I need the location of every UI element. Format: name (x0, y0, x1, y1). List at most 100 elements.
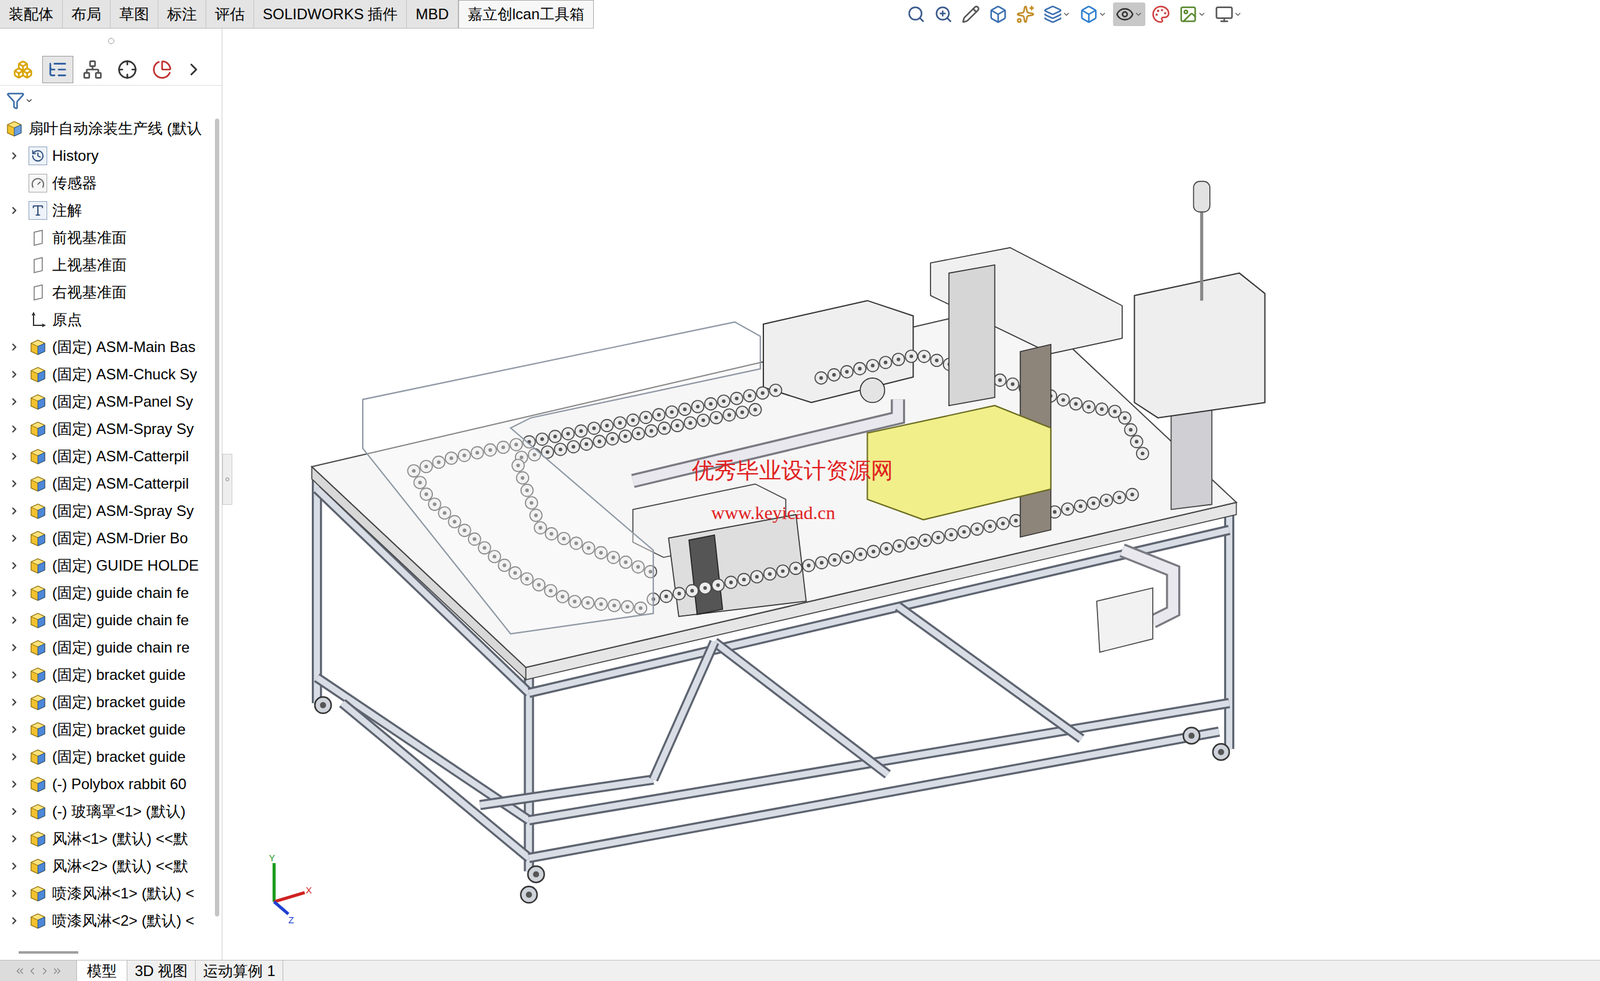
panel-tab[interactable] (7, 55, 39, 84)
expand-toggle[interactable] (0, 396, 29, 408)
expand-toggle[interactable] (0, 450, 29, 463)
expand-arrow-icon[interactable] (8, 696, 20, 709)
tree-item[interactable]: (固定) ASM-Main Bas (0, 333, 212, 361)
bottom-tab[interactable]: 运动算例 1 (195, 960, 284, 981)
expand-arrow-icon[interactable] (8, 806, 20, 818)
tree-item[interactable]: 前视基准面 (0, 224, 212, 252)
view-tool-button[interactable] (1149, 2, 1173, 27)
tree-item[interactable]: (固定) bracket guide (0, 661, 212, 689)
scrollbar-thumb[interactable] (214, 118, 220, 917)
expand-arrow-icon[interactable] (8, 587, 20, 599)
expand-arrow-icon[interactable] (8, 833, 20, 845)
tree-item[interactable]: 风淋<2> (默认) <<默 (0, 852, 212, 881)
command-tab[interactable]: SOLIDWORKS 插件 (254, 0, 407, 28)
tree-item[interactable]: (固定) ASM-Catterpil (0, 470, 212, 498)
view-tool-button[interactable] (986, 2, 1010, 27)
hscroll-thumb[interactable] (18, 951, 79, 955)
tree-item[interactable]: (固定) guide chain re (0, 634, 212, 662)
expand-toggle[interactable] (0, 642, 29, 654)
expand-toggle[interactable] (0, 751, 29, 763)
command-tab[interactable]: 布局 (62, 0, 111, 28)
tree-item[interactable]: (固定) ASM-Chuck Sy (0, 360, 212, 389)
expand-toggle[interactable] (0, 505, 29, 517)
panel-collapse-handle[interactable] (222, 454, 233, 505)
last-tab-icon[interactable] (51, 965, 63, 978)
command-tab[interactable]: MBD (406, 0, 458, 28)
first-tab-icon[interactable] (14, 965, 26, 978)
expand-arrow-icon[interactable] (8, 751, 20, 763)
panel-tab[interactable] (42, 55, 74, 84)
expand-arrow-icon[interactable] (8, 150, 20, 162)
expand-arrow-icon[interactable] (8, 204, 20, 217)
tree-item[interactable]: 右视基准面 (0, 278, 212, 307)
tree-item[interactable]: (固定) ASM-Panel Sy (0, 388, 212, 416)
tree-item[interactable]: (固定) bracket guide (0, 688, 212, 717)
tree-item[interactable]: 注解 (0, 196, 212, 225)
expand-toggle[interactable] (0, 150, 29, 162)
tree-item[interactable]: (固定) ASM-Catterpil (0, 442, 212, 471)
expand-arrow-icon[interactable] (8, 505, 20, 517)
tree-item[interactable]: (固定) bracket guide (0, 743, 212, 771)
tree-item[interactable]: (固定) ASM-Spray Sy (0, 415, 212, 443)
expand-toggle[interactable] (0, 833, 29, 845)
command-tab[interactable]: 嘉立创lcan工具箱 (458, 0, 594, 28)
expand-toggle[interactable] (0, 696, 29, 709)
tree-item[interactable]: (固定) ASM-Drier Bo (0, 524, 212, 553)
expand-arrow-icon[interactable] (8, 560, 20, 572)
tree-item[interactable]: History (0, 142, 212, 170)
expand-arrow-icon[interactable] (8, 642, 20, 654)
expand-toggle[interactable] (0, 341, 29, 353)
expand-toggle[interactable] (0, 560, 29, 572)
tree-item[interactable]: 原点 (0, 306, 212, 334)
more-tabs-icon[interactable] (183, 59, 204, 80)
command-tab[interactable]: 草图 (110, 0, 159, 28)
tree-item[interactable]: (-) Polybox rabbit 60 (0, 770, 212, 799)
expand-toggle[interactable] (0, 806, 29, 818)
expand-toggle[interactable] (0, 478, 29, 490)
tree-scrollbar[interactable] (211, 114, 222, 946)
expand-arrow-icon[interactable] (8, 368, 20, 381)
view-tool-button[interactable] (904, 2, 928, 27)
expand-arrow-icon[interactable] (8, 450, 20, 463)
expand-arrow-icon[interactable] (8, 888, 20, 900)
expand-toggle[interactable] (0, 724, 29, 736)
view-tool-button[interactable] (1212, 2, 1245, 27)
tree-item[interactable]: 喷漆风淋<2> (默认) < (0, 907, 212, 935)
expand-toggle[interactable] (0, 423, 29, 435)
view-tool-button[interactable] (1013, 2, 1038, 27)
expand-arrow-icon[interactable] (8, 478, 20, 490)
expand-arrow-icon[interactable] (8, 341, 20, 353)
command-tab[interactable]: 标注 (158, 0, 207, 28)
tree-item[interactable]: 上视基准面 (0, 251, 212, 279)
tree-item[interactable]: (-) 玻璃罩<1> (默认) (0, 798, 212, 826)
expand-toggle[interactable] (0, 532, 29, 545)
expand-toggle[interactable] (0, 587, 29, 599)
expand-arrow-icon[interactable] (8, 860, 20, 873)
tree-item[interactable]: (固定) guide chain fe (0, 606, 212, 635)
expand-arrow-icon[interactable] (8, 669, 20, 681)
expand-arrow-icon[interactable] (8, 915, 20, 927)
filter-dropdown-icon[interactable] (24, 96, 34, 105)
view-tool-button[interactable] (1113, 2, 1146, 27)
view-tool-button[interactable] (1077, 2, 1110, 27)
next-tab-icon[interactable] (39, 965, 51, 978)
panel-tab[interactable] (111, 55, 143, 84)
panel-tab[interactable] (77, 55, 109, 84)
tree-item[interactable]: 喷漆风淋<1> (默认) < (0, 880, 212, 908)
expand-arrow-icon[interactable] (8, 423, 20, 435)
view-tool-button[interactable] (931, 2, 956, 27)
view-tool-button[interactable] (1040, 2, 1074, 27)
expand-arrow-icon[interactable] (8, 614, 20, 627)
expand-arrow-icon[interactable] (8, 724, 20, 736)
panel-grip[interactable] (0, 28, 222, 54)
prev-tab-icon[interactable] (26, 965, 38, 978)
command-tab[interactable]: 装配体 (0, 0, 63, 28)
tree-item[interactable]: (固定) guide chain fe (0, 579, 212, 607)
expand-toggle[interactable] (0, 915, 29, 927)
expand-toggle[interactable] (0, 204, 29, 217)
graphics-area[interactable]: YXZ优秀毕业设计资源网www.keyicad.cn (222, 28, 1600, 961)
filter-icon[interactable] (6, 91, 25, 110)
tree-item[interactable]: 风淋<1> (默认) <<默 (0, 825, 212, 853)
tree-item[interactable]: (固定) bracket guide (0, 716, 212, 744)
expand-arrow-icon[interactable] (8, 778, 20, 791)
